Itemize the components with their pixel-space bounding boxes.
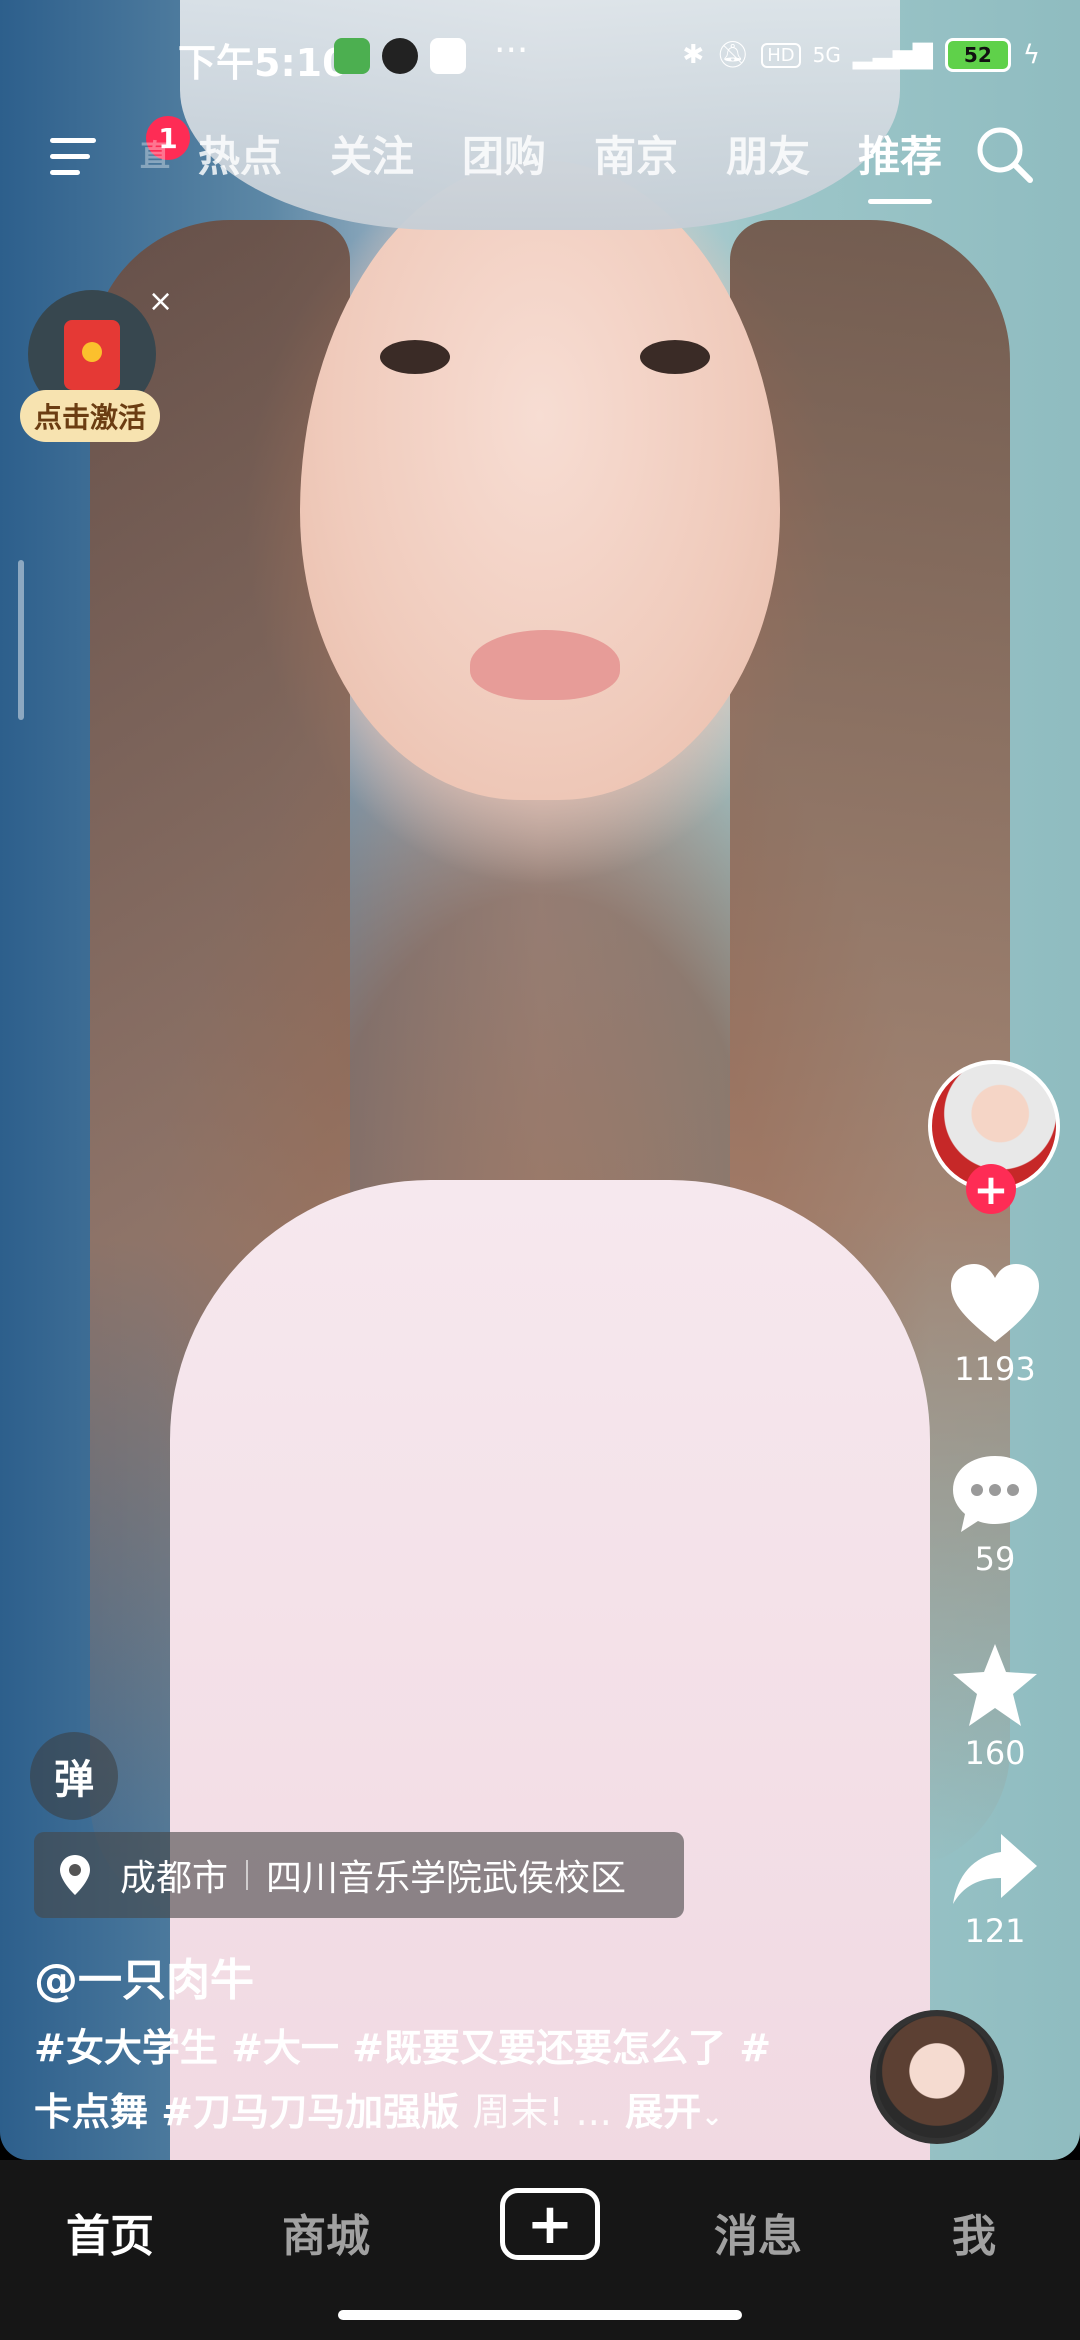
share-count: 121 <box>964 1912 1026 1950</box>
tab-following[interactable]: 关注 <box>330 123 414 184</box>
tab-nanjing[interactable]: 南京 <box>594 123 678 184</box>
side-handle[interactable] <box>18 560 24 720</box>
red-packet-widget[interactable]: × 点击激活 <box>20 284 173 442</box>
location-tag[interactable]: 成都市 四川音乐学院武侯校区 <box>34 1832 684 1918</box>
network-type: 5G <box>812 43 841 67</box>
menu-icon-line <box>50 138 96 143</box>
comment-count: 59 <box>974 1540 1016 1578</box>
tab-hot[interactable]: 热点 <box>198 123 282 184</box>
battery-indicator: 52 <box>944 38 1011 72</box>
nav-home[interactable]: 首页 <box>66 2200 154 2264</box>
hd-badge: HD <box>761 42 801 68</box>
status-right: ✱ 🔕︎ HD 5G ▂▃▅▇ 52 ϟ <box>682 38 1040 72</box>
feed-tabs: 直 热点 关注 团购 南京 朋友 推荐 <box>140 118 990 204</box>
search-icon <box>977 127 1033 183</box>
tab-group-buy[interactable]: 团购 <box>462 123 546 184</box>
video-eye-left <box>380 340 450 374</box>
status-bar: 下午5:10 ··· ✱ 🔕︎ HD 5G ▂▃▅▇ 52 ϟ <box>0 0 1080 110</box>
tab-recommended[interactable]: 推荐 <box>858 123 942 204</box>
tab-partial[interactable]: 直 <box>140 131 170 175</box>
expand-link[interactable]: 展开 <box>625 2090 701 2134</box>
close-icon[interactable]: × <box>148 284 173 319</box>
author-name[interactable]: @一只肉牛 <box>34 1944 254 2008</box>
bottom-nav: 首页 商城 + 消息 我 <box>0 2160 1080 2340</box>
video-lips <box>470 630 620 700</box>
nav-messages[interactable]: 消息 <box>714 2200 802 2264</box>
location-city: 成都市 <box>120 1858 229 1899</box>
charging-icon: ϟ <box>1022 40 1040 70</box>
location-separator <box>246 1860 249 1890</box>
activate-label[interactable]: 点击激活 <box>20 390 161 442</box>
location-place: 四川音乐学院武侯校区 <box>266 1858 627 1899</box>
like-count: 1193 <box>954 1350 1036 1388</box>
tab-friends[interactable]: 朋友 <box>726 123 810 184</box>
red-envelope-icon <box>64 320 120 390</box>
menu-icon-line <box>50 170 80 175</box>
qq-app-icon <box>382 38 418 74</box>
chevron-down-icon: ⌄ <box>701 2102 723 2132</box>
wechat-app-icon <box>334 38 370 74</box>
like-button[interactable]: 1193 <box>940 1260 1050 1388</box>
star-icon <box>953 1644 1037 1726</box>
comment-icon <box>953 1456 1037 1532</box>
heart-icon <box>951 1264 1039 1342</box>
caption-text: 周末! ... <box>472 2090 612 2134</box>
video-caption[interactable]: #女大学生 #大一 #既要又要还要怎么了 # 卡点舞 #刀马刀马加强版 周末! … <box>34 2016 824 2149</box>
caption-line-1: #女大学生 #大一 #既要又要还要怎么了 # <box>34 2026 772 2070</box>
mute-bell-icon: 🔕︎ <box>716 40 750 70</box>
signal-icon: ▂▃▅▇ <box>852 40 933 70</box>
follow-button[interactable]: + <box>966 1164 1016 1214</box>
favorite-button[interactable]: 160 <box>940 1640 1050 1772</box>
video-shirt <box>170 1180 930 2160</box>
nav-me[interactable]: 我 <box>952 2200 996 2264</box>
share-button[interactable]: 121 <box>940 1828 1050 1950</box>
comment-button[interactable]: 59 <box>940 1450 1050 1578</box>
share-icon <box>953 1834 1037 1904</box>
danmu-toggle[interactable]: 弹 <box>30 1732 118 1820</box>
menu-icon-line <box>50 154 90 159</box>
location-pin-icon <box>60 1855 90 1895</box>
video-eye-right <box>640 340 710 374</box>
video-face <box>300 160 780 800</box>
more-notifications-icon: ··· <box>494 30 529 71</box>
search-button[interactable] <box>970 120 1040 190</box>
music-disc[interactable] <box>870 2010 1004 2144</box>
create-button[interactable]: + <box>500 2188 600 2260</box>
bluetooth-icon: ✱ <box>682 40 705 70</box>
favorite-count: 160 <box>964 1734 1026 1772</box>
app-58-icon <box>430 38 466 74</box>
top-nav: 1 直 热点 关注 团购 南京 朋友 推荐 <box>0 110 1080 210</box>
nav-mall[interactable]: 商城 <box>282 2200 370 2264</box>
caption-line-2: 卡点舞 #刀马刀马加强版 周末! ... 展开⌄ <box>34 2080 824 2149</box>
status-time: 下午5:10 <box>178 41 349 85</box>
app-screen: 下午5:10 ··· ✱ 🔕︎ HD 5G ▂▃▅▇ 52 ϟ 1 直 热点 关… <box>0 0 1080 2340</box>
menu-button[interactable]: 1 <box>50 116 190 186</box>
caption-tags: 卡点舞 #刀马刀马加强版 <box>34 2090 460 2134</box>
home-indicator[interactable] <box>338 2310 742 2320</box>
